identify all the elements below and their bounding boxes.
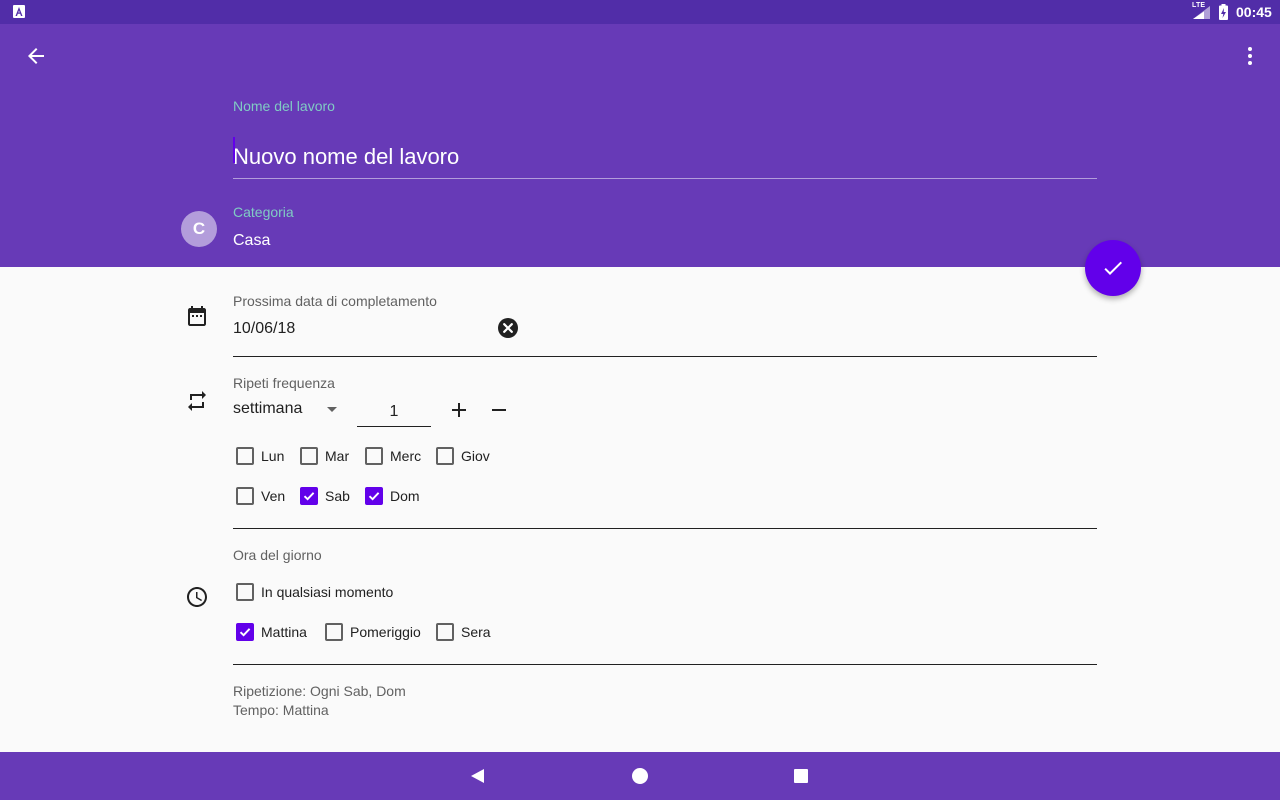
category-value[interactable]: Casa [233, 232, 270, 250]
day-label: Lun [261, 448, 285, 464]
day-label: Dom [390, 488, 420, 504]
day-label: Mar [325, 448, 350, 464]
decrement-minus-icon[interactable] [487, 398, 511, 422]
nav-back-icon[interactable] [469, 767, 487, 785]
check-icon [1104, 261, 1122, 275]
save-button[interactable] [1085, 240, 1141, 296]
text-cursor [233, 137, 235, 163]
time-summary: Tempo: Mattina [233, 702, 329, 718]
job-name-input[interactable] [233, 136, 1097, 179]
day-label: Giov [461, 448, 490, 464]
time-option-label: Pomeriggio [350, 624, 421, 640]
divider [233, 528, 1097, 529]
increment-plus-icon[interactable] [447, 398, 471, 422]
signal-icon [1193, 6, 1210, 19]
checkbox-day-giov[interactable] [436, 447, 454, 465]
more-vert-icon[interactable] [1238, 44, 1262, 68]
repeat-summary: Ripetizione: Ogni Sab, Dom [233, 683, 406, 699]
status-bar: LTE 00:45 [0, 0, 1280, 24]
checkbox-day-mar[interactable] [300, 447, 318, 465]
checkbox-day-lun[interactable] [236, 447, 254, 465]
clock-icon [187, 587, 207, 607]
back-arrow-icon[interactable] [24, 44, 48, 68]
completion-date-value[interactable]: 10/06/18 [233, 320, 295, 338]
checkbox-day-ven[interactable] [236, 487, 254, 505]
time-option-label: Sera [461, 624, 491, 640]
clear-date-icon[interactable] [497, 317, 519, 339]
checkbox-day-dom[interactable] [365, 487, 383, 505]
day-label: Ven [261, 488, 286, 504]
job-name-label: Nome del lavoro [233, 98, 335, 114]
time-option-label: In qualsiasi momento [261, 584, 394, 600]
divider [233, 356, 1097, 357]
frequency-unit-select[interactable]: settimana [233, 400, 302, 418]
day-label: Sab [325, 488, 350, 504]
time-of-day-label: Ora del giorno [233, 547, 322, 563]
frequency-count-input[interactable] [357, 398, 431, 427]
category-avatar: C [181, 211, 217, 247]
checkbox-day-sab[interactable] [300, 487, 318, 505]
navigation-bar [0, 752, 1280, 800]
nav-home-icon[interactable] [631, 767, 649, 785]
divider [233, 664, 1097, 665]
repeat-frequency-label: Ripeti frequenza [233, 375, 335, 391]
repeat-icon [188, 391, 206, 411]
checkbox-day-merc[interactable] [365, 447, 383, 465]
checkbox-morning[interactable] [236, 623, 254, 641]
checkbox-afternoon[interactable] [325, 623, 343, 641]
day-label: Merc [390, 448, 422, 464]
clock-time: 00:45 [1236, 4, 1272, 20]
calendar-icon [188, 306, 206, 326]
checkbox-anytime[interactable] [236, 583, 254, 601]
notification-icon [13, 5, 25, 18]
checkbox-evening[interactable] [436, 623, 454, 641]
dropdown-arrow-icon[interactable] [327, 407, 337, 412]
nav-recents-icon[interactable] [793, 768, 809, 784]
category-label: Categoria [233, 204, 294, 220]
battery-charging-icon [1219, 4, 1228, 20]
completion-date-label: Prossima data di completamento [233, 293, 437, 309]
time-option-label: Mattina [261, 624, 307, 640]
